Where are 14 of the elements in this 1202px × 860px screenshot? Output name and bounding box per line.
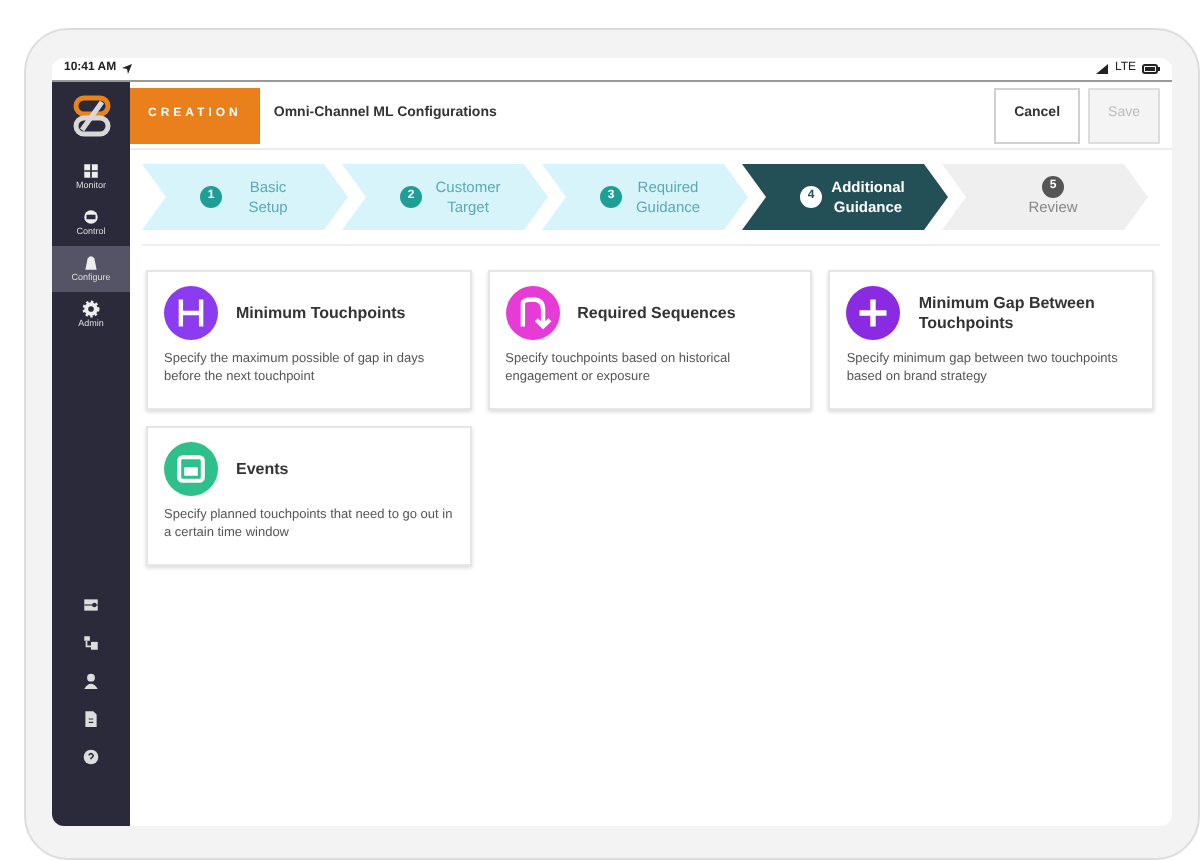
- card-title: Minimum Touchpoints: [236, 303, 406, 323]
- grid-icon: [82, 162, 100, 181]
- location-icon: [122, 64, 133, 74]
- card-title: Minimum Gap Between Touchpoints: [918, 293, 1097, 333]
- user-icon[interactable]: [82, 672, 100, 690]
- card-title: Events: [236, 459, 289, 479]
- signal-icon: [1096, 64, 1109, 74]
- card-title: Required Sequences: [577, 303, 736, 323]
- battery-icon: [1142, 64, 1160, 74]
- help-icon[interactable]: [82, 748, 100, 766]
- document-icon[interactable]: [82, 710, 100, 728]
- settings-icon: [82, 300, 100, 319]
- logo-icon: [71, 94, 111, 138]
- hierarchy-icon[interactable]: [82, 634, 100, 652]
